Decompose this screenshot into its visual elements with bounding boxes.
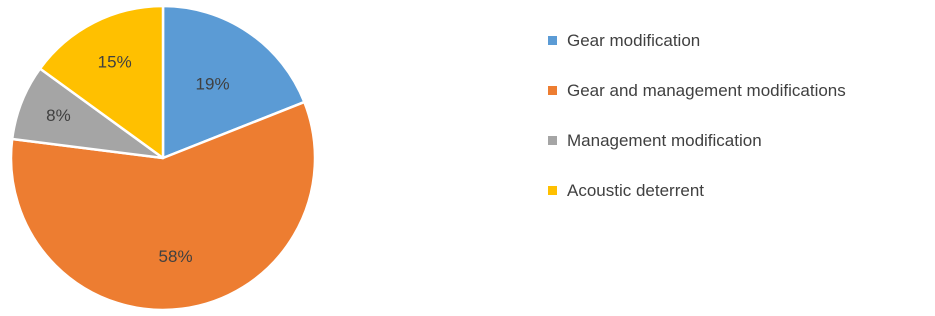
legend-label-1: Gear and management modifications [567,80,846,100]
legend-label-3: Acoustic deterrent [567,180,705,200]
legend-swatch-2 [548,136,557,145]
data-label-1: 58% [159,247,193,266]
legend-item-0: Gear modification [548,28,846,53]
chart-legend: Gear modification Gear and management mod… [548,28,846,228]
legend-label-2: Management modification [567,130,762,150]
data-label-3: 15% [98,53,132,72]
legend-swatch-1 [548,86,557,95]
legend-label-0: Gear modification [567,30,701,50]
legend-swatch-3 [548,186,557,195]
legend-item-2: Management modification [548,128,846,153]
legend-item-1: Gear and management modifications [548,78,846,103]
data-label-0: 19% [196,75,230,94]
data-label-2: 8% [46,106,71,125]
legend-item-3: Acoustic deterrent [548,178,846,203]
legend-swatch-0 [548,36,557,45]
